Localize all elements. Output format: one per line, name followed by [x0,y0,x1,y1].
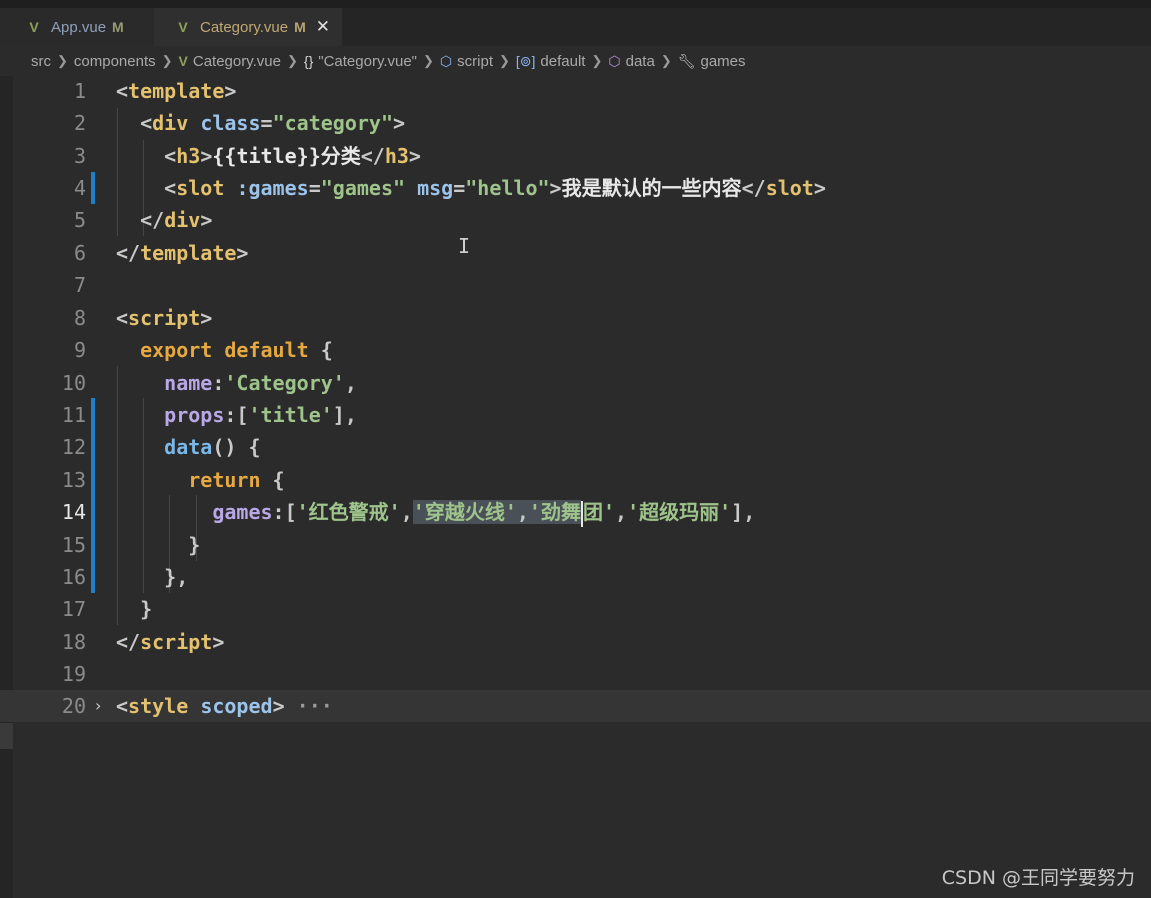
line-number: 2 [73,111,86,135]
vue-icon: V [178,53,188,69]
cube-icon: ⬡ [439,52,453,69]
code-text: export default { [140,338,333,362]
code-line: 9 export default { [0,334,1151,366]
code-line: 18 </script> [0,626,1151,658]
line-number: 8 [73,306,86,330]
close-icon[interactable]: ✕ [316,17,330,37]
breadcrumb-item-file[interactable]: Category.vue [193,53,281,70]
code-text: }, [164,565,189,589]
line-number: 11 [61,403,86,427]
code-line: 15 } [0,529,1151,561]
code-line-current: 14 games:['红色警戒','穿越火线','劲舞 团','超级玛丽'], [0,496,1151,528]
line-number: 5 [73,208,86,232]
line-number: 18 [61,630,86,654]
line-number: 4 [73,176,86,200]
code-line: 17 } [0,593,1151,625]
line-number: 16 [61,565,86,589]
tab-label: App.vue [51,18,107,36]
code-text: props:['title'], [164,403,357,427]
modified-badge: M [294,19,306,35]
code-text: data() { [164,435,261,459]
code-line: 12 data() { [0,431,1151,463]
line-number: 1 [73,79,86,103]
code-text: <style scoped> ··· [116,694,333,718]
code-line: 10 name:'Category', [0,367,1151,399]
chevron-right-icon: ❯ [591,53,603,68]
code-text: </div> [140,208,213,232]
code-line: 6 </template> [0,237,1151,269]
window-top-edge [0,0,1151,8]
tab-label: Category.vue [200,18,289,36]
editor-tab-bar: V App.vue M V Category.vue M ✕ [0,8,1151,46]
chevron-right-icon[interactable]: › [95,690,101,722]
mouse-cursor-icon: I [458,234,471,258]
breadcrumb-item-default[interactable]: default [540,53,585,70]
text-selection: '穿越火线' [412,500,517,524]
tab-category-vue[interactable]: V Category.vue M ✕ [154,8,342,46]
code-line: 16 }, [0,561,1151,593]
line-number: 14 [61,500,86,524]
modified-badge: M [112,19,124,35]
code-editor[interactable]: 1 <template> 2 <div class="category"> 3 … [0,74,1151,734]
line-number: 9 [73,338,86,362]
breadcrumb-item-src[interactable]: src [31,53,51,70]
cube-icon: ⬡ [608,52,621,69]
breadcrumb-item-module[interactable]: "Category.vue" [318,53,417,70]
code-line: 11 props:['title'], [0,399,1151,431]
code-text: return { [188,468,285,492]
code-line: 4 <slot :games="games" msg="hello">我是默认的… [0,172,1151,204]
vue-icon: V [178,19,188,35]
code-text: } [188,533,201,557]
breadcrumb-item-games[interactable]: games [701,53,746,70]
vue-icon: V [29,19,39,35]
chevron-right-icon: ❯ [286,53,298,68]
chevron-right-icon: ❯ [660,53,672,68]
breadcrumb-item-script[interactable]: script [457,53,493,70]
code-line: 8 <script> [0,302,1151,334]
line-number: 3 [73,144,86,168]
code-text: </template> [116,241,249,265]
code-line: 3 <h3>{{title}}分类</h3> [0,140,1151,172]
watermark: CSDN @王同学要努力 [941,867,1135,889]
line-number: 19 [61,662,86,686]
braces-icon: {} [303,53,314,69]
wrench-icon: 🔧︎ [677,52,696,69]
code-line: 2 <div class="category"> [0,107,1151,139]
line-number: 20 [61,694,86,718]
code-text: <div class="category"> [140,111,406,135]
code-text: <template> [116,79,237,103]
folded-ellipsis[interactable]: ··· [297,694,333,718]
code-line-folded: 20 › <style scoped> ··· [0,690,1151,722]
line-number: 12 [61,435,86,459]
code-text: games:['红色警戒','穿越火线','劲舞 团','超级玛丽'], [116,496,755,528]
tab-app-vue[interactable]: V App.vue M [0,8,154,46]
variable-icon: [⊚] [515,52,536,69]
code-line: 13 return { [0,464,1151,496]
chevron-right-icon: ❯ [57,53,68,68]
chevron-right-icon: ❯ [499,53,510,68]
code-line: 19 [0,658,1151,690]
code-text: <h3>{{title}}分类</h3> [164,144,421,168]
code-text: name:'Category', [164,371,357,395]
line-number: 15 [61,533,86,557]
chevron-right-icon: ❯ [161,53,173,68]
line-number: 17 [61,597,86,621]
code-line: 5 </div> [0,204,1151,236]
breadcrumb-item-data[interactable]: data [626,53,655,70]
line-number: 10 [61,371,86,395]
line-number: 6 [73,241,86,265]
breadcrumb-item-components[interactable]: components [74,53,156,70]
breadcrumb: src ❯ components ❯ V Category.vue ❯ {} "… [0,46,1151,76]
code-line: 7 [0,269,1151,301]
code-text: } [140,597,153,621]
line-number: 13 [61,468,86,492]
chevron-right-icon: ❯ [423,53,434,68]
code-text: <script> [116,306,213,330]
line-number: 7 [73,273,86,297]
code-text: <slot :games="games" msg="hello">我是默认的一些… [164,176,826,200]
code-line: 1 <template> [0,75,1151,107]
code-text: </script> [116,630,225,654]
